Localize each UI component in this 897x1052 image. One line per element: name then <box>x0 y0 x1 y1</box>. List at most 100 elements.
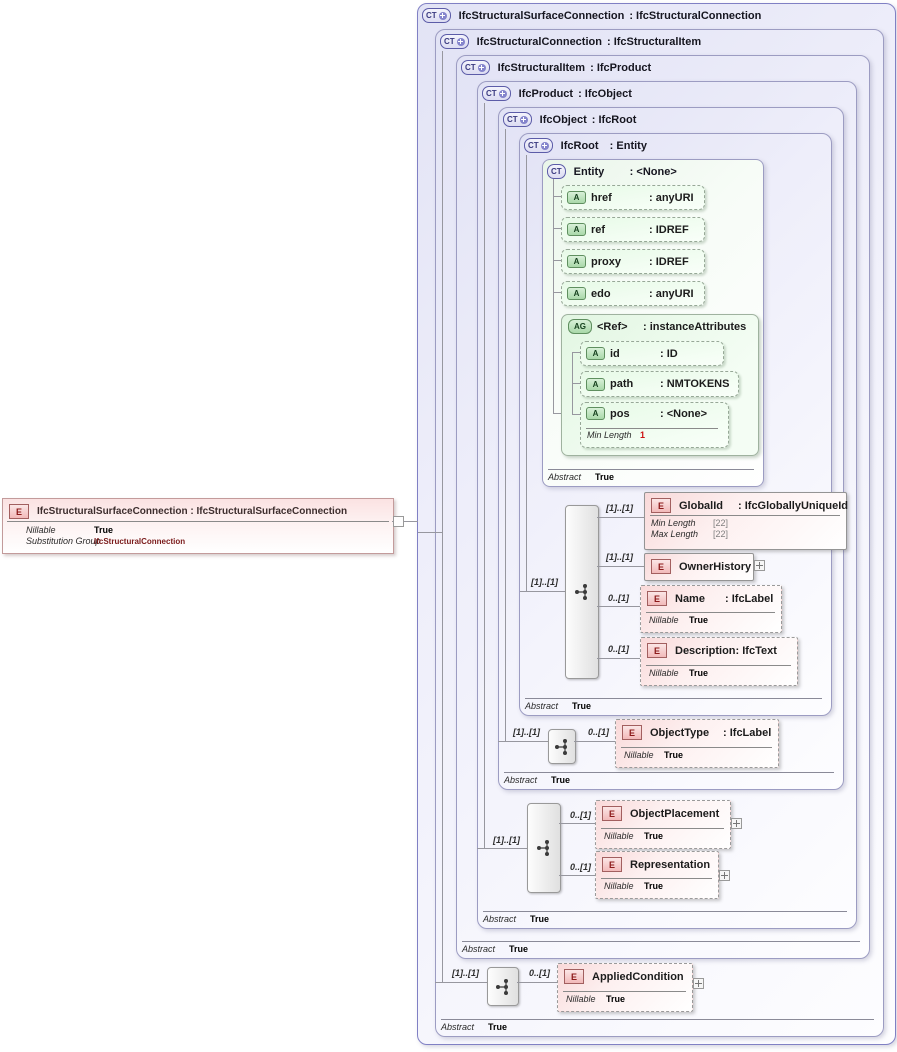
cardinality-label: 0..[1] <box>608 593 629 603</box>
complex-type-header: CT Entity: <None> <box>547 164 677 179</box>
element-header: E OwnerHistory <box>651 559 751 574</box>
separator <box>7 521 389 522</box>
element-badge: E <box>647 591 667 606</box>
complex-type-header: CT IfcStructuralSurfaceConnection: IfcSt… <box>422 8 761 23</box>
complex-type-badge: CT <box>482 86 511 101</box>
element-badge: E <box>564 969 584 984</box>
attribute-pos-header: A pos : <None> <box>586 407 707 420</box>
tree-line <box>553 228 561 229</box>
facet-max-length: Max Length [22] <box>651 529 728 539</box>
plus-icon[interactable] <box>478 64 486 72</box>
element-globalid: E GlobalId : IfcGloballyUniqueId Min Len… <box>644 492 847 550</box>
element-objecttype: E ObjectType : IfcLabel Nillable True <box>615 719 779 768</box>
element-badge: E <box>602 857 622 872</box>
element-badge: E <box>651 559 671 574</box>
complex-type-header: CT IfcStructuralItem: IfcProduct <box>461 60 651 75</box>
attribute-badge: A <box>567 223 586 236</box>
ct-badge-label: CT <box>426 11 437 20</box>
separator <box>646 665 791 666</box>
connector-line <box>520 591 565 592</box>
plus-icon[interactable] <box>439 12 447 20</box>
element-ownerhistory: E OwnerHistory <box>644 553 754 581</box>
cardinality-label: 0..[1] <box>588 727 609 737</box>
tree-line <box>553 196 561 197</box>
cardinality-label: 0..[1] <box>529 968 550 978</box>
element-header: E AppliedCondition <box>564 969 684 984</box>
plus-icon[interactable] <box>541 142 549 150</box>
element-name: E Name : IfcLabel Nillable True <box>640 585 782 633</box>
plus-icon[interactable] <box>520 116 528 124</box>
connector-line <box>597 566 644 567</box>
tree-line <box>553 179 554 413</box>
sequence-icon <box>487 967 519 1006</box>
element-badge: E <box>651 498 671 513</box>
box-title: IfcProduct: IfcObject <box>519 88 632 100</box>
attribute-badge: A <box>567 287 586 300</box>
complex-type-header: CT IfcObject: IfcRoot <box>503 112 636 127</box>
complex-type-header: CT IfcStructuralConnection: IfcStructura… <box>440 34 701 49</box>
expand-icon[interactable] <box>719 870 730 881</box>
connector-line <box>597 658 640 659</box>
attribute-badge: A <box>586 378 605 391</box>
connector-line <box>597 606 640 607</box>
plus-icon[interactable] <box>457 38 465 46</box>
attribute-group-header: AG <Ref> : instanceAttributes <box>568 319 746 334</box>
element-ifcstructuralsurfaceconnection: E IfcStructuralSurfaceConnection : IfcSt… <box>2 498 394 554</box>
element-badge: E <box>602 806 622 821</box>
expand-icon[interactable] <box>754 560 765 571</box>
box-title: IfcStructuralConnection: IfcStructuralIt… <box>477 36 701 48</box>
facet-nillable: Nillable True <box>649 668 708 678</box>
attribute-group-badge: AG <box>568 319 592 334</box>
facet-nillable: Nillable True <box>624 750 683 760</box>
attribute-badge: A <box>586 347 605 360</box>
connector-handle[interactable] <box>393 516 404 527</box>
element-objectplacement: E ObjectPlacement Nillable True <box>595 800 731 849</box>
sequence-glyph <box>571 581 593 603</box>
box-title: Entity: <None> <box>574 166 677 178</box>
connector-line <box>477 848 527 849</box>
element-header: E Name : IfcLabel <box>647 591 773 606</box>
facet-nillable: Nillable True <box>649 615 708 625</box>
sequence-icon <box>565 505 599 679</box>
sequence-glyph <box>533 837 555 859</box>
abstract-footer: Abstract True <box>483 911 847 924</box>
facet-nillable: Nillable True <box>604 831 663 841</box>
attribute-pos: A pos : <None> Min Length 1 <box>580 402 729 448</box>
attribute-proxy: Aproxy: IDREF <box>561 249 705 274</box>
abstract-footer: Abstract True <box>525 698 822 711</box>
element-badge: E <box>9 504 29 519</box>
tree-line <box>572 352 580 353</box>
tree-line <box>553 260 561 261</box>
attribute-ref: Aref: IDREF <box>561 217 705 242</box>
cardinality-label: [1]..[1] <box>606 552 633 562</box>
complex-type-badge: CT <box>422 8 451 23</box>
separator <box>621 747 772 748</box>
expand-icon[interactable] <box>693 978 704 989</box>
attribute-badge: A <box>567 255 586 268</box>
element-header: E GlobalId : IfcGloballyUniqueId <box>651 498 848 513</box>
box-title: IfcObject: IfcRoot <box>540 114 637 126</box>
facet-min-length: Min Length 1 <box>587 430 645 440</box>
connector-line <box>435 982 487 983</box>
complex-type-box-entity: CT Entity: <None> Ahref: anyURI Aref: ID… <box>542 159 764 487</box>
connector-line <box>526 155 527 591</box>
cardinality-label: 0..[1] <box>570 810 591 820</box>
attribute-path: Apath: NMTOKENS <box>580 371 739 397</box>
separator <box>650 515 840 516</box>
cardinality-label: [1]..[1] <box>513 727 540 737</box>
complex-type-badge: CT <box>547 164 566 179</box>
plus-icon[interactable] <box>499 90 507 98</box>
expand-icon[interactable] <box>731 818 742 829</box>
box-title: IfcStructuralItem: IfcProduct <box>498 62 652 74</box>
abstract-footer: Abstract True <box>441 1019 874 1032</box>
cardinality-label: [1]..[1] <box>493 835 520 845</box>
cardinality-label: [1]..[1] <box>606 503 633 513</box>
attribute-group-ref: AG <Ref> : instanceAttributes Aid: ID Ap… <box>561 314 759 456</box>
tree-line <box>572 414 580 415</box>
separator <box>601 878 712 879</box>
complex-type-badge: CT <box>524 138 553 153</box>
element-header: E Representation <box>602 857 710 872</box>
sequence-glyph <box>551 736 573 758</box>
connector-line <box>574 741 615 742</box>
connector-line <box>418 532 442 533</box>
